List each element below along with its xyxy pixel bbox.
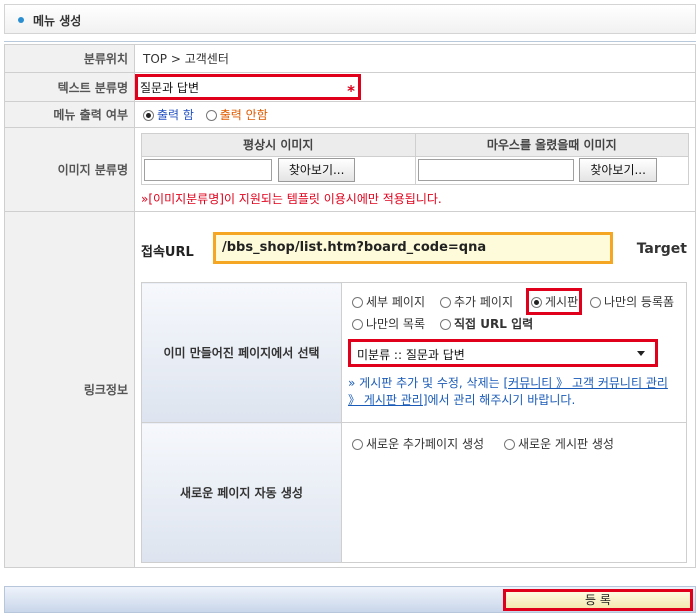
option-extra-page-label: 추가 페이지 <box>454 295 514 309</box>
submit-button[interactable]: 등 록 <box>503 589 693 611</box>
option-board-label: 게시판 <box>545 295 579 309</box>
board-select[interactable]: 미분류 :: 질문과 답변 <box>348 339 658 367</box>
radio-icon <box>590 297 601 308</box>
option-my-list[interactable]: 나만의 목록 <box>352 315 425 332</box>
text-category-value: 질문과 답변 <box>140 81 200 95</box>
url-value: /bbs_shop/list.htm?board_code=qna <box>222 240 487 255</box>
bullet-icon <box>18 17 24 23</box>
option-new-extra-page[interactable]: 새로운 추가페이지 생성 <box>352 435 484 452</box>
option-new-extra-page-label: 새로운 추가페이지 생성 <box>366 437 485 451</box>
normal-image-input[interactable] <box>144 159 272 181</box>
image-upload-table: 평상시 이미지 마우스를 올렸을때 이미지 찾아보기... 찾아보기... <box>141 132 689 185</box>
option-direct-url[interactable]: 직접 URL 입력 <box>440 315 533 332</box>
board-help-prefix: » 게시판 추가 및 수정, 삭제는 <box>348 376 504 390</box>
board-select-value: 미분류 :: 질문과 답변 <box>357 348 465 362</box>
submit-label: 등 록 <box>585 593 611 607</box>
hover-image-header: 마우스를 올렸을때 이미지 <box>414 132 689 157</box>
radio-icon <box>352 439 363 450</box>
radio-icon <box>352 319 363 330</box>
menu-form-table: 분류위치 TOP > 고객센터 텍스트 분류명 질문과 답변 * 메뉴 출력 여… <box>4 44 696 568</box>
image-category-label: 이미지 분류명 <box>4 127 135 212</box>
link-info-label: 링크정보 <box>4 211 135 568</box>
option-my-list-label: 나만의 목록 <box>366 317 426 331</box>
text-category-input[interactable]: 질문과 답변 * <box>135 74 361 100</box>
url-label: 접속URL <box>141 245 194 260</box>
board-help-suffix: 에서 관리 해주시기 바랍니다. <box>427 393 576 407</box>
board-help-text: » 게시판 추가 및 수정, 삭제는 [커뮤니티 》 고객 커뮤니티 관리 》 … <box>348 375 680 409</box>
option-new-board[interactable]: 새로운 게시판 생성 <box>504 435 614 452</box>
url-input[interactable]: /bbs_shop/list.htm?board_code=qna <box>213 232 613 264</box>
option-detail-page[interactable]: 세부 페이지 <box>352 293 425 310</box>
output-off-label: 출력 안함 <box>219 108 268 122</box>
existing-page-label: 이미 만들어진 페이지에서 선택 <box>141 282 342 423</box>
normal-image-browse-button[interactable]: 찾아보기... <box>277 158 356 182</box>
chevron-down-icon <box>637 351 645 356</box>
menu-output-label: 메뉴 출력 여부 <box>4 101 135 128</box>
location-label: 분류위치 <box>4 44 135 73</box>
option-my-form[interactable]: 나만의 등록폼 <box>590 293 674 310</box>
section-header: 메뉴 생성 <box>4 4 696 34</box>
target-label: Target <box>636 241 687 257</box>
radio-icon <box>205 110 217 121</box>
radio-selected-icon <box>531 297 542 308</box>
option-direct-url-label: 직접 URL 입력 <box>454 317 534 331</box>
radio-selected-icon <box>143 110 154 121</box>
footer-bar: 등 록 <box>4 586 696 613</box>
normal-image-header: 평상시 이미지 <box>141 132 416 157</box>
option-new-board-label: 새로운 게시판 생성 <box>518 437 614 451</box>
link-options-table: 이미 만들어진 페이지에서 선택 세부 페이지 추가 페이지 게시판 나만의 등… <box>141 282 687 563</box>
required-mark: * <box>347 82 355 100</box>
option-extra-page[interactable]: 추가 페이지 <box>440 293 513 310</box>
option-detail-page-label: 세부 페이지 <box>366 295 426 309</box>
image-category-note: »[이미지분류명]이 지원되는 템플릿 이용시에만 적용됩니다. <box>141 191 442 206</box>
page-title: 메뉴 생성 <box>33 14 82 28</box>
radio-icon <box>440 297 451 308</box>
text-category-label: 텍스트 분류명 <box>4 72 135 102</box>
radio-icon <box>352 297 363 308</box>
radio-icon <box>440 319 451 330</box>
new-page-label: 새로운 페이지 자동 생성 <box>141 422 342 563</box>
output-off-radio[interactable]: 출력 안함 <box>205 108 268 122</box>
header-divider <box>4 41 696 42</box>
hover-image-input[interactable] <box>417 159 574 181</box>
location-value: TOP > 고객센터 <box>134 44 696 73</box>
hover-image-browse-button[interactable]: 찾아보기... <box>579 158 657 182</box>
radio-icon <box>504 439 515 450</box>
output-on-label: 출력 함 <box>157 108 194 122</box>
option-my-form-label: 나만의 등록폼 <box>604 295 675 309</box>
output-on-radio[interactable]: 출력 함 <box>143 108 194 122</box>
